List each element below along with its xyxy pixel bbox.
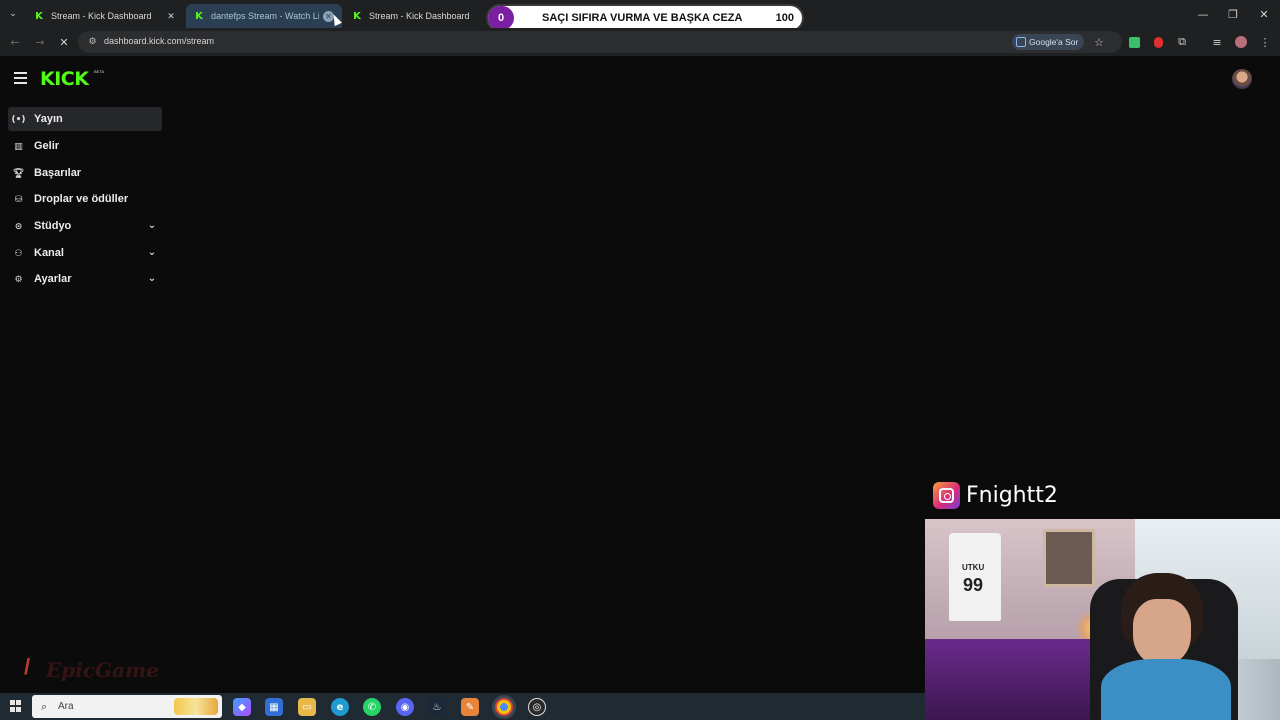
- chevron-down-icon[interactable]: ⌄: [146, 272, 158, 284]
- browser-tab-1[interactable]: K Stream - Kick Dashboard ✕: [26, 4, 182, 28]
- restore-icon[interactable]: ❐: [1218, 0, 1248, 28]
- taskbar-search[interactable]: ⌕ Ara: [32, 695, 222, 718]
- watermark-logo-icon: /: [24, 654, 31, 679]
- sidebar-item-label: Gelir: [34, 140, 60, 152]
- webcam-person-body: [1101, 659, 1231, 720]
- hamburger-menu-icon[interactable]: [14, 72, 28, 84]
- discord-icon[interactable]: ◉: [396, 698, 414, 716]
- watermark: EpicGame: [46, 658, 159, 682]
- forward-icon[interactable]: →: [32, 34, 48, 50]
- sidebar-item-studyo[interactable]: ⊙ Stüdyo ⌄: [8, 214, 162, 238]
- chevron-down-icon[interactable]: ⌄: [146, 219, 158, 231]
- steam-icon[interactable]: ♨: [428, 698, 446, 716]
- main-content: [170, 100, 1270, 470]
- sidebar-item-droplar[interactable]: ⛁ Droplar ve ödüller: [8, 187, 162, 211]
- sidebar-item-yayin[interactable]: (•) Yayın: [8, 107, 162, 131]
- beta-badge: BETA: [94, 69, 105, 74]
- tab-search-icon[interactable]: ⌄: [6, 7, 20, 21]
- gear-icon: ⚙: [14, 274, 23, 285]
- sidebar-item-label: Droplar ve ödüller: [34, 193, 129, 205]
- profile-icon[interactable]: [1234, 35, 1248, 49]
- extension-red-icon[interactable]: [1151, 35, 1165, 49]
- kick-favicon-icon: K: [353, 10, 361, 22]
- app-orange-icon[interactable]: ✎: [461, 698, 479, 716]
- bookmark-star-icon[interactable]: ☆: [1092, 35, 1106, 49]
- channel-icon: ⚇: [14, 248, 23, 259]
- kick-logo[interactable]: KICK: [40, 68, 89, 90]
- kick-favicon-icon: K: [35, 10, 43, 22]
- file-explorer-icon[interactable]: ▭: [298, 698, 316, 716]
- minimize-icon[interactable]: —: [1188, 0, 1218, 28]
- reading-list-icon[interactable]: ≡: [1210, 35, 1224, 49]
- sidebar-item-label: Stüdyo: [34, 220, 72, 232]
- browser-tab-2[interactable]: K dantefps Stream - Watch Live o ✕: [186, 4, 342, 28]
- sidebar-item-label: Ayarlar: [34, 273, 72, 285]
- copilot-icon[interactable]: ◆: [233, 698, 251, 716]
- google-ask-button[interactable]: Google'a Sor: [1012, 34, 1085, 50]
- window-close-icon[interactable]: ✕: [1249, 0, 1279, 28]
- site-info-icon[interactable]: ⚙: [87, 36, 98, 47]
- poll-left-count: 0: [488, 6, 514, 30]
- instagram-icon: [933, 481, 960, 509]
- windows-start-icon[interactable]: [10, 700, 22, 712]
- whatsapp-icon[interactable]: ✆: [363, 698, 381, 716]
- taskbar-search-placeholder: Ara: [58, 701, 74, 712]
- search-highlight-image: [174, 698, 218, 715]
- address-bar[interactable]: ⚙ dashboard.kick.com/stream Google'a Sor…: [78, 31, 1122, 53]
- url-text: dashboard.kick.com/stream: [104, 36, 215, 46]
- edge-icon[interactable]: e: [331, 698, 349, 716]
- sidebar-item-label: Kanal: [34, 247, 64, 259]
- instagram-handle: Fnightt2: [966, 482, 1058, 508]
- extension-green-icon[interactable]: [1127, 35, 1141, 49]
- webcam-person-face: [1133, 599, 1191, 665]
- sidebar-item-kanal[interactable]: ⚇ Kanal ⌄: [8, 241, 162, 265]
- chevron-down-icon[interactable]: ⌄: [146, 246, 158, 258]
- user-avatar[interactable]: [1232, 69, 1252, 89]
- poll-right-count: 100: [775, 12, 794, 24]
- obs-icon[interactable]: ◎: [528, 698, 546, 716]
- sidebar-item-ayarlar[interactable]: ⚙ Ayarlar ⌄: [8, 267, 162, 291]
- webcam-purple-light: [925, 639, 1115, 720]
- chart-icon: ▥: [14, 141, 23, 152]
- kick-favicon-icon: K: [195, 10, 203, 22]
- search-icon: ⌕: [41, 700, 48, 713]
- gift-icon: ⛁: [14, 194, 23, 205]
- store-icon[interactable]: ▦: [265, 698, 283, 716]
- sidebar-item-gelir[interactable]: ▥ Gelir: [8, 134, 162, 158]
- studio-icon: ⊙: [14, 221, 23, 232]
- tab-title: Stream - Kick Dashboard: [369, 11, 470, 21]
- browser-tab-3[interactable]: K Stream - Kick Dashboard: [344, 4, 484, 28]
- close-icon[interactable]: ✕: [164, 9, 178, 23]
- sidebar-item-label: Başarılar: [34, 167, 82, 179]
- webcam-jersey-name: UTKU: [962, 563, 985, 572]
- instagram-overlay: Fnightt2: [933, 481, 1058, 509]
- kebab-menu-icon[interactable]: ⋮: [1258, 35, 1272, 49]
- back-icon[interactable]: ←: [7, 34, 23, 50]
- chrome-icon[interactable]: [495, 698, 513, 716]
- tab-title: dantefps Stream - Watch Live o: [211, 11, 319, 21]
- poll-text: SAÇI SIFIRA VURMA VE BAŞKA CEZA: [542, 12, 743, 24]
- browser-toolbar: ← → ✕ ⚙ dashboard.kick.com/stream Google…: [0, 28, 1280, 56]
- lens-icon: [1016, 37, 1026, 47]
- google-ask-label: Google'a Sor: [1029, 37, 1079, 47]
- extensions-puzzle-icon[interactable]: ⧉: [1175, 35, 1189, 49]
- tab-title: Stream - Kick Dashboard: [51, 11, 152, 21]
- stop-loading-icon[interactable]: ✕: [56, 34, 72, 50]
- webcam-feed: UTKU 99: [925, 519, 1280, 720]
- broadcast-icon: (•): [11, 114, 26, 125]
- webcam-jersey-number: 99: [963, 575, 984, 595]
- sidebar-item-label: Yayın: [34, 113, 63, 125]
- sidebar-item-basarilar[interactable]: 🏆︎ Başarılar: [8, 161, 162, 185]
- trophy-icon: 🏆︎: [12, 168, 25, 179]
- webcam-photo-frame: [1043, 529, 1095, 587]
